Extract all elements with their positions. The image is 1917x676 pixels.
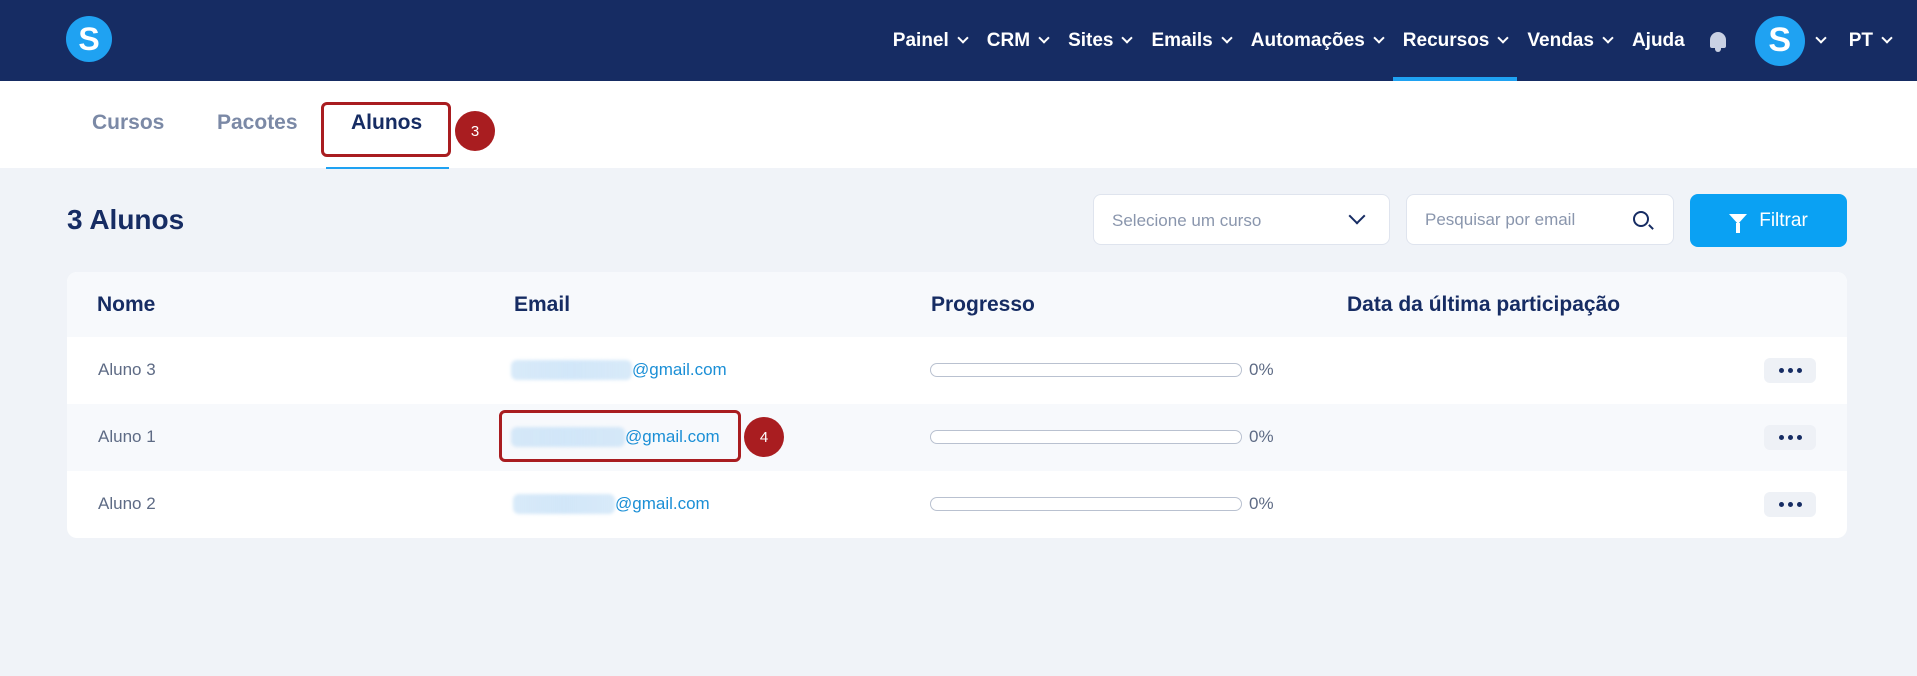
nav-item-label: Sites: [1068, 29, 1114, 51]
row-actions-button[interactable]: [1764, 492, 1816, 517]
nav-item-automacoes[interactable]: Automações: [1241, 0, 1393, 81]
progress-bar: [930, 363, 1242, 377]
student-name: Aluno 2: [98, 494, 156, 513]
tab-pacotes[interactable]: Pacotes: [217, 111, 298, 135]
filter-button[interactable]: Filtrar: [1690, 194, 1847, 247]
chevron-down-icon: [1373, 32, 1385, 44]
nav-item-label: CRM: [986, 29, 1031, 51]
column-header-last-participation: Data da última participação: [1347, 293, 1621, 316]
nav-item-vendas[interactable]: Vendas: [1517, 0, 1622, 81]
top-navigation: S Painel CRM Sites Emails Automações Rec…: [0, 0, 1917, 81]
chevron-down-icon: [1221, 32, 1233, 44]
chevron-down-icon: [1121, 32, 1134, 44]
chevron-down-icon: [1348, 207, 1366, 225]
redacted-email-user: [513, 494, 615, 514]
chevron-down-icon: [1038, 32, 1050, 44]
progress-percent: 0%: [1249, 360, 1274, 379]
step-highlight-box: [321, 102, 451, 157]
row-actions-button[interactable]: [1764, 425, 1816, 450]
chevron-down-icon: [1881, 32, 1893, 44]
nav-item-label: Recursos: [1402, 29, 1490, 51]
step-badge: 3: [455, 111, 495, 151]
progress-percent: 0%: [1249, 494, 1274, 513]
table-row[interactable]: Aluno 1 @gmail.com 0%: [67, 404, 1847, 471]
email-domain: @gmail.com: [615, 494, 710, 513]
student-email-link[interactable]: @gmail.com: [513, 494, 710, 514]
nav-item-sites[interactable]: Sites: [1058, 0, 1141, 81]
student-email-link[interactable]: @gmail.com: [511, 360, 727, 380]
language-selector[interactable]: PT: [1839, 0, 1901, 81]
language-label: PT: [1848, 29, 1873, 51]
step-badge: 4: [744, 417, 784, 457]
row-actions-button[interactable]: [1764, 358, 1816, 383]
email-search: [1406, 194, 1674, 245]
logo[interactable]: S: [66, 16, 112, 62]
student-name: Aluno 1: [98, 427, 156, 446]
chevron-down-icon[interactable]: [1815, 32, 1827, 44]
active-tab-indicator: [326, 167, 449, 169]
chevron-down-icon: [957, 32, 969, 44]
nav-item-recursos[interactable]: Recursos: [1392, 0, 1518, 81]
nav-item-ajuda[interactable]: Ajuda: [1622, 0, 1695, 81]
nav-item-label: Automações: [1250, 29, 1365, 51]
chevron-down-icon: [1497, 32, 1510, 44]
chevron-down-icon: [1602, 32, 1614, 44]
course-select-placeholder: Selecione um curso: [1112, 211, 1262, 230]
column-header-name: Nome: [97, 293, 156, 316]
progress-bar: [930, 497, 1242, 511]
column-header-progress: Progresso: [931, 293, 1035, 316]
step-highlight-box: [499, 410, 741, 462]
table-row[interactable]: Aluno 3 @gmail.com 0%: [67, 337, 1847, 404]
nav-item-label: Emails: [1151, 29, 1213, 51]
main-nav: Painel CRM Sites Emails Automações Recur…: [883, 0, 1917, 81]
search-icon[interactable]: [1633, 211, 1649, 227]
avatar[interactable]: S: [1754, 15, 1805, 66]
filter-button-label: Filtrar: [1759, 209, 1808, 231]
nav-item-label: Painel: [892, 29, 949, 51]
nav-item-crm[interactable]: CRM: [977, 0, 1058, 81]
email-domain: @gmail.com: [632, 360, 727, 379]
tab-cursos[interactable]: Cursos: [92, 111, 164, 135]
bell-icon[interactable]: [1707, 30, 1729, 52]
student-name: Aluno 3: [98, 360, 156, 379]
course-select[interactable]: Selecione um curso: [1093, 194, 1390, 245]
nav-item-emails[interactable]: Emails: [1141, 0, 1240, 81]
search-input[interactable]: [1425, 208, 1615, 232]
column-header-email: Email: [514, 293, 571, 316]
tabs-bar: Cursos Pacotes Alunos 3: [0, 81, 1917, 169]
progress-percent: 0%: [1249, 427, 1274, 446]
progress-bar: [930, 430, 1242, 444]
nav-item-label: Vendas: [1527, 29, 1594, 51]
table-row[interactable]: Aluno 2 @gmail.com 0%: [67, 471, 1847, 538]
redacted-email-user: [511, 360, 632, 380]
page-title: 3 Alunos: [67, 204, 185, 235]
nav-item-label: Ajuda: [1631, 29, 1685, 51]
table-header: Nome Email Progresso Data da última part…: [67, 272, 1847, 337]
students-table: Nome Email Progresso Data da última part…: [67, 272, 1847, 538]
nav-item-painel[interactable]: Painel: [883, 0, 977, 81]
filter-icon: [1729, 213, 1748, 233]
